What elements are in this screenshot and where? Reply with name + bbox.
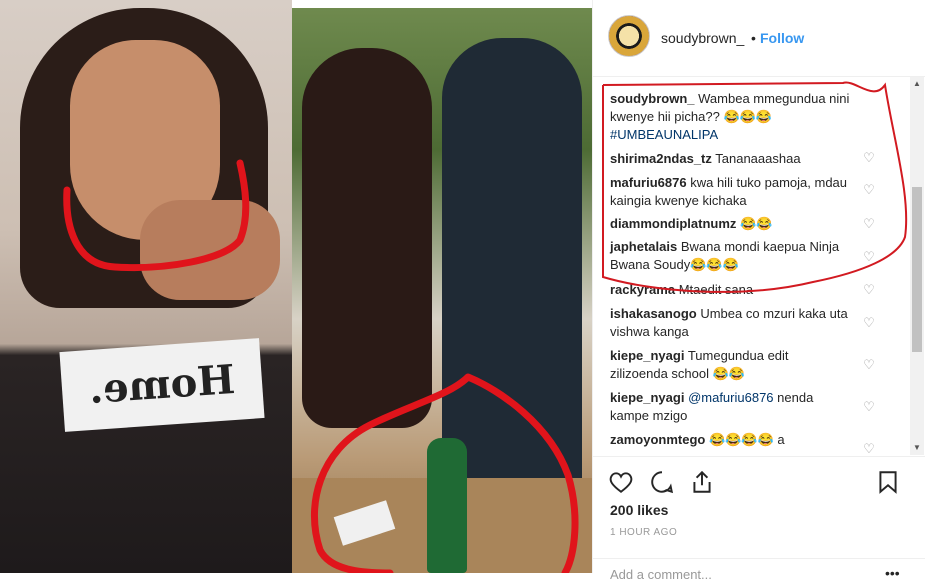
beer-bottle bbox=[427, 438, 467, 573]
comment-username[interactable]: zamoyonmtego bbox=[610, 432, 705, 447]
post-actions: 200 likes 1 HOUR AGO Add a comment... ••… bbox=[593, 456, 925, 582]
post-side-panel: soudybrown_ • Follow soudybrown_ Wambea … bbox=[592, 0, 925, 582]
comment-username[interactable]: ishakasanogo bbox=[610, 306, 697, 321]
comment-item: rackyrama Mtaedit sana bbox=[610, 281, 870, 299]
comment-username[interactable]: shirima2ndas_tz bbox=[610, 151, 712, 166]
comment-item: zamoyonmtego 😂😂😂😂 a bbox=[610, 431, 870, 449]
comment-like-icon[interactable]: ♡ bbox=[863, 442, 875, 455]
comment-item: diammondiplatnumz 😂😂 bbox=[610, 215, 870, 233]
post-photo: Home. bbox=[0, 0, 592, 573]
shirt-text: Home. bbox=[87, 355, 237, 414]
comment-item: japhetalais Bwana mondi kaepua Ninja Bwa… bbox=[610, 238, 850, 274]
separator-dot: • bbox=[751, 30, 756, 46]
comment-like-icon[interactable]: ♡ bbox=[863, 283, 875, 296]
comment-scrollbar[interactable]: ▲ ▼ bbox=[910, 77, 924, 455]
username[interactable]: soudybrown_ bbox=[661, 30, 744, 46]
comment-like-icon[interactable]: ♡ bbox=[863, 316, 875, 329]
comment-like-icon[interactable]: ♡ bbox=[863, 358, 875, 371]
post-header: soudybrown_ • Follow bbox=[593, 0, 925, 77]
shirt-label: Home. bbox=[59, 338, 265, 432]
comment-like-icon[interactable]: ♡ bbox=[863, 217, 875, 230]
post-time: 1 HOUR AGO bbox=[610, 527, 678, 538]
comment-username[interactable]: rackyrama bbox=[610, 282, 675, 297]
person-right bbox=[442, 38, 582, 508]
left-photo-panel: Home. bbox=[0, 0, 292, 573]
add-comment-bar: Add a comment... ••• bbox=[593, 558, 925, 582]
comment-text: Tananaaashaa bbox=[715, 151, 801, 166]
comment-item: mafuriu6876 kwa hili tuko pamoja, mdau k… bbox=[610, 174, 860, 210]
mention-link[interactable]: @mafuriu6876 bbox=[688, 390, 773, 405]
comment-like-icon[interactable]: ♡ bbox=[863, 400, 875, 413]
scroll-up-arrow-icon[interactable]: ▲ bbox=[910, 77, 924, 91]
comment-username[interactable]: kiepe_nyagi bbox=[610, 390, 684, 405]
comment-username[interactable]: soudybrown_ bbox=[610, 91, 695, 106]
comment-input[interactable]: Add a comment... bbox=[610, 567, 712, 582]
comment-text: 😂😂 bbox=[740, 216, 773, 231]
comment-list[interactable]: soudybrown_ Wambea mmegundua nini kwenye… bbox=[593, 77, 911, 455]
hand bbox=[140, 200, 280, 300]
comment-username[interactable]: kiepe_nyagi bbox=[610, 348, 684, 363]
follow-button[interactable]: Follow bbox=[760, 30, 804, 46]
comment-like-icon[interactable]: ♡ bbox=[863, 151, 875, 164]
comment-item: kiepe_nyagi Tumegundua edit zilizoenda s… bbox=[610, 347, 830, 383]
comment-item: kiepe_nyagi @mafuriu6876 nenda kampe mzi… bbox=[610, 389, 850, 425]
hashtag-link[interactable]: #UMBEAUNALIPA bbox=[610, 127, 718, 142]
more-options-icon[interactable]: ••• bbox=[885, 565, 900, 581]
like-count[interactable]: 200 likes bbox=[610, 502, 668, 518]
caption: soudybrown_ Wambea mmegundua nini kwenye… bbox=[610, 90, 860, 144]
comment-text: Mtaedit sana bbox=[678, 282, 754, 297]
right-photo-panel bbox=[292, 8, 592, 573]
comment-item: ishakasanogo Umbea co mzuri kaka uta vis… bbox=[610, 305, 850, 341]
person-left bbox=[302, 48, 432, 428]
comment-username[interactable]: japhetalais bbox=[610, 239, 677, 254]
comment-icon[interactable] bbox=[649, 469, 675, 495]
bookmark-icon[interactable] bbox=[875, 469, 901, 495]
comment-item: shirima2ndas_tz Tananaaashaa bbox=[610, 150, 870, 168]
share-icon[interactable] bbox=[689, 469, 715, 495]
comment-username[interactable]: mafuriu6876 bbox=[610, 175, 687, 190]
heart-icon[interactable] bbox=[608, 469, 634, 495]
scrollbar-thumb[interactable] bbox=[912, 187, 922, 352]
comment-text: 😂😂😂😂 a bbox=[708, 432, 785, 447]
comment-like-icon[interactable]: ♡ bbox=[863, 183, 875, 196]
scroll-down-arrow-icon[interactable]: ▼ bbox=[910, 441, 924, 455]
comment-like-icon[interactable]: ♡ bbox=[863, 250, 875, 263]
comment-username[interactable]: diammondiplatnumz bbox=[610, 216, 736, 231]
avatar[interactable] bbox=[608, 15, 650, 57]
